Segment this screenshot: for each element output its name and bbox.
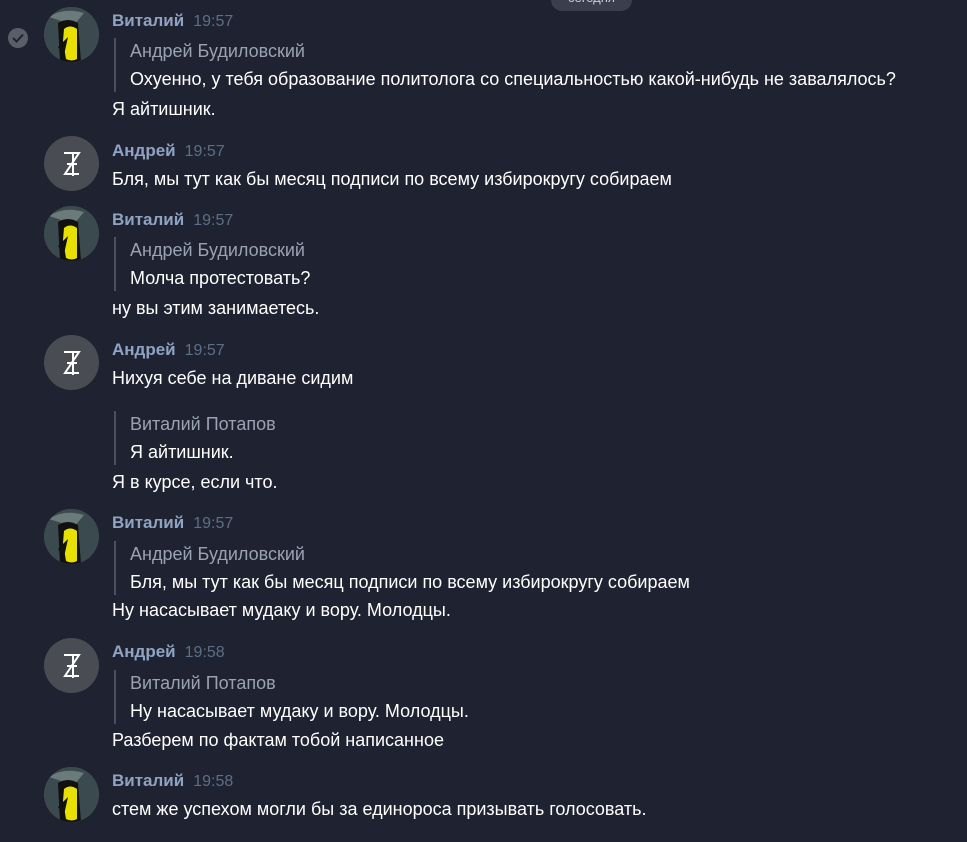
avatar[interactable] [44,638,99,693]
message-text-followup: Я в курсе, если что. [112,472,278,492]
message-text: Я айтишник. [112,99,216,119]
avatar[interactable] [44,767,99,822]
quote-text: Бля, мы тут как бы месяц подписи по всем… [130,572,690,592]
timestamp: 19:58 [184,644,225,661]
yellow-figure-avatar-icon [44,509,99,564]
reply-quote[interactable]: Виталий Потапов Ну насасывает мудаку и в… [114,670,950,724]
author-name[interactable]: Андрей [112,141,176,160]
quote-author: Андрей Будиловский [130,240,305,260]
avatar[interactable] [44,509,99,564]
author-name[interactable]: Виталий [112,513,184,532]
yellow-figure-avatar-icon [44,7,99,62]
author-name[interactable]: Виталий [112,771,184,790]
message-text: Ну насасывает мудаку и вору. Молодцы. [112,600,451,620]
reply-quote[interactable]: Андрей Будиловский Молча протестовать? [114,237,950,291]
author-name[interactable]: Виталий [112,11,184,30]
quote-author: Виталий Потапов [130,673,276,693]
message-text: Нихуя себе на диване сидим [112,368,354,388]
yellow-figure-avatar-icon [44,206,99,261]
reply-quote[interactable]: Виталий Потапов Я айтишник. [114,411,950,465]
yellow-figure-avatar-icon [44,767,99,822]
monogram-avatar-icon [63,351,81,375]
avatar[interactable] [44,136,99,191]
timestamp: 19:58 [193,773,234,790]
reply-quote[interactable]: Андрей Будиловский Охуенно, у тебя образ… [114,38,950,92]
avatar[interactable] [44,206,99,261]
timestamp: 19:57 [193,212,234,229]
reply-quote[interactable]: Андрей Будиловский Бля, мы тут как бы ме… [114,541,950,595]
quote-text: Молча протестовать? [130,268,311,288]
quote-author: Виталий Потапов [130,414,276,434]
timestamp: 19:57 [184,342,225,359]
timestamp: 19:57 [193,515,234,532]
check-circle-icon[interactable] [8,28,28,48]
timestamp: 19:57 [184,143,225,160]
message-text: стем же успехом могли бы за единороса пр… [112,799,647,819]
avatar[interactable] [44,7,99,62]
author-name[interactable]: Андрей [112,340,176,359]
message-text: ну вы этим занимаетесь. [112,298,320,318]
quote-text: Ну насасывает мудаку и вору. Молодцы. [130,701,469,721]
quote-author: Андрей Будиловский [130,41,305,61]
monogram-avatar-icon [63,152,81,176]
author-name[interactable]: Андрей [112,642,176,661]
quote-text: Охуенно, у тебя образование политолога с… [130,69,896,89]
timestamp: 19:57 [193,13,234,30]
quote-text: Я айтишник. [130,442,234,462]
quote-author: Андрей Будиловский [130,544,305,564]
chat-history: сегодня Виталий 19:57 Андрей Будиловский … [0,0,967,842]
message-text: Разберем по фактам тобой написанное [112,730,444,750]
author-name[interactable]: Виталий [112,210,184,229]
avatar[interactable] [44,335,99,390]
message-text: Бля, мы тут как бы месяц подписи по всем… [112,169,672,189]
monogram-avatar-icon [63,654,81,678]
date-divider: сегодня [551,0,632,11]
